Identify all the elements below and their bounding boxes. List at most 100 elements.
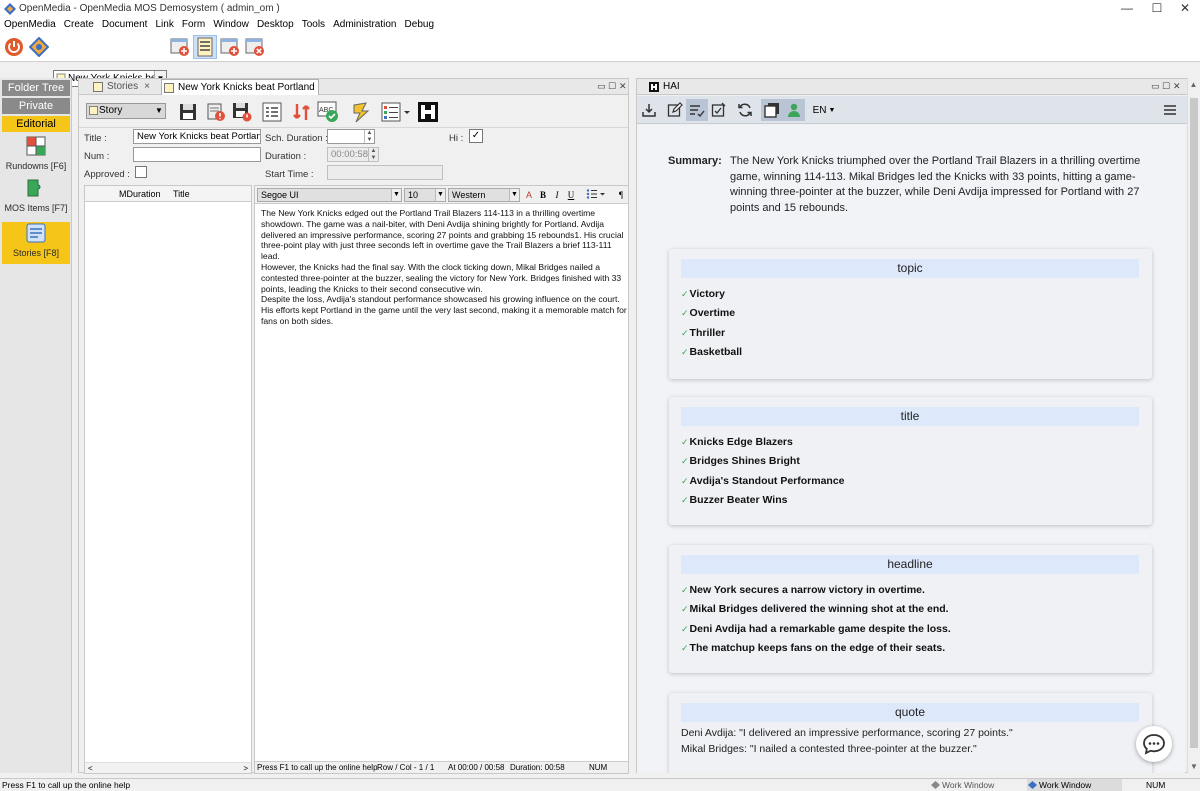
maximize-button[interactable]: ☐: [1142, 0, 1172, 18]
nav-mos-items[interactable]: MOS Items [F7]: [2, 178, 70, 218]
story-text-editor[interactable]: Segoe UI ▼ 10 ▼ Western ▼ A B I U ¶ The New…: [254, 185, 629, 774]
hai-button[interactable]: [415, 99, 441, 125]
title-item[interactable]: ✓Knicks Edge Blazers: [681, 433, 1141, 452]
quote-line[interactable]: Deni Avdija: "I delivered an impressive …: [681, 726, 1141, 742]
color-button[interactable]: [379, 99, 413, 125]
user-button[interactable]: [783, 99, 805, 121]
approved-label: Approved :: [84, 169, 130, 180]
nav-stories[interactable]: Stories [F8]: [2, 222, 70, 264]
pane-restore-icon[interactable]: ▭: [597, 81, 606, 92]
close-window-button[interactable]: ✕: [1170, 0, 1200, 18]
layout-button[interactable]: [193, 35, 217, 59]
properties-button[interactable]: [259, 99, 285, 125]
hi-checkbox[interactable]: ✓: [469, 129, 483, 143]
topic-item[interactable]: ✓Overtime: [681, 304, 1141, 323]
language-select[interactable]: EN ▼: [809, 99, 839, 121]
navigator-button[interactable]: [27, 35, 51, 59]
save-alert-button[interactable]: [229, 99, 255, 125]
download-button[interactable]: [638, 99, 660, 121]
work-window-tab[interactable]: Work Window: [930, 779, 1024, 791]
nav-rundowns[interactable]: Rundowns [F6]: [2, 136, 70, 174]
scroll-right-icon[interactable]: >: [243, 763, 248, 774]
bullet-list-button[interactable]: [585, 188, 607, 202]
tab-story[interactable]: New York Knicks beat Portland T...×: [161, 79, 319, 109]
summarize-button[interactable]: [686, 99, 708, 121]
menu-create[interactable]: Create: [64, 18, 94, 32]
tab-hai[interactable]: HAI: [647, 79, 691, 95]
title-field[interactable]: New York Knicks beat Portland Tr: [133, 129, 261, 144]
add-item-button[interactable]: [218, 35, 242, 59]
close-item-button[interactable]: [243, 35, 267, 59]
sch-duration-field[interactable]: ▲ ▼: [327, 129, 375, 144]
headline-item[interactable]: ✓Mikal Bridges delivered the winning sho…: [681, 600, 1141, 619]
quote-line[interactable]: Mikal Bridges: "I nailed a contested thr…: [681, 742, 1141, 758]
swap-button[interactable]: [289, 99, 315, 125]
font-size-select[interactable]: 10 ▼: [404, 188, 446, 202]
pane-maximize-icon[interactable]: ☐: [608, 81, 616, 92]
tab-stories[interactable]: Stories ×: [91, 79, 161, 95]
headline-item[interactable]: ✓Deni Avdija had a remarkable game despi…: [681, 620, 1141, 639]
minimize-button[interactable]: —: [1112, 0, 1142, 18]
pane-maximize-icon[interactable]: ☐: [1162, 81, 1170, 92]
story-lock-button[interactable]: [203, 99, 229, 125]
check-icon: ✓: [681, 327, 689, 338]
approved-checkbox[interactable]: [135, 166, 147, 178]
document-type-select[interactable]: Story ▼: [86, 103, 166, 119]
flash-button[interactable]: [349, 99, 375, 125]
menu-desktop[interactable]: Desktop: [257, 18, 294, 32]
column-mduration[interactable]: MDuration: [119, 186, 161, 202]
menu-link[interactable]: Link: [155, 18, 173, 32]
scrollbar-thumb[interactable]: [1190, 98, 1198, 748]
nav-stories-label: Stories [F8]: [12, 248, 59, 258]
work-window-tab[interactable]: Work Window: [1027, 779, 1122, 791]
topic-item[interactable]: ✓Victory: [681, 285, 1141, 304]
underline-button[interactable]: U: [565, 188, 577, 202]
title-item[interactable]: ✓Bridges Shines Bright: [681, 452, 1141, 471]
scroll-left-icon[interactable]: <: [88, 763, 93, 774]
nav-editorial[interactable]: Editorial: [2, 116, 70, 132]
pane-close-icon[interactable]: ✕: [1173, 81, 1181, 92]
bold-button[interactable]: B: [537, 188, 549, 202]
italic-button[interactable]: I: [551, 188, 563, 202]
menu-document[interactable]: Document: [102, 18, 148, 32]
menu-debug[interactable]: Debug: [405, 18, 434, 32]
chat-button[interactable]: [1136, 726, 1172, 762]
title-item[interactable]: ✓Avdija's Standout Performance: [681, 472, 1141, 491]
spellcheck-button[interactable]: ABC: [315, 99, 341, 125]
headline-item[interactable]: ✓The matchup keeps fans on the edge of t…: [681, 639, 1141, 658]
num-field[interactable]: [133, 147, 261, 162]
font-family-select[interactable]: Segoe UI ▼: [257, 188, 402, 202]
menu-window[interactable]: Window: [213, 18, 249, 32]
nav-private-layout[interactable]: Private Layou...: [2, 98, 70, 128]
grid-horizontal-scrollbar[interactable]: < >: [85, 762, 251, 773]
story-body-text[interactable]: The New York Knicks edged out the Portla…: [261, 208, 627, 327]
pane-close-icon[interactable]: ✕: [619, 81, 627, 92]
power-button[interactable]: [2, 35, 26, 59]
save-button[interactable]: [175, 99, 201, 125]
menu-administration[interactable]: Administration: [333, 18, 396, 32]
edit-button[interactable]: [664, 99, 686, 121]
column-title[interactable]: Title: [173, 186, 190, 202]
spin-arrows-icon[interactable]: ▲ ▼: [364, 130, 374, 143]
copy-button[interactable]: [761, 99, 783, 121]
menu-tools[interactable]: Tools: [302, 18, 325, 32]
pane-restore-icon[interactable]: ▭: [1151, 81, 1160, 92]
headline-item[interactable]: ✓New York secures a narrow victory in ov…: [681, 581, 1141, 600]
new-window-button[interactable]: [168, 35, 192, 59]
hamburger-menu-button[interactable]: [1159, 99, 1181, 121]
scroll-down-icon[interactable]: ▼: [1188, 762, 1200, 771]
vertical-scrollbar[interactable]: ▲ ▼: [1187, 78, 1199, 773]
close-tab-icon[interactable]: ×: [144, 81, 150, 92]
charset-select[interactable]: Western ▼: [448, 188, 520, 202]
refresh-button[interactable]: [734, 99, 756, 121]
topic-item[interactable]: ✓Thriller: [681, 324, 1141, 343]
topic-item[interactable]: ✓Basketball: [681, 343, 1141, 362]
paragraph-marks-button[interactable]: ¶: [615, 188, 627, 202]
menu-form[interactable]: Form: [182, 18, 205, 32]
menu-openmedia[interactable]: OpenMedia: [4, 18, 56, 32]
review-button[interactable]: [708, 99, 730, 121]
nav-folder-tree[interactable]: Folder Tree: [2, 80, 70, 96]
scroll-up-icon[interactable]: ▲: [1188, 80, 1199, 89]
title-item[interactable]: ✓Buzzer Beater Wins: [681, 491, 1141, 510]
text-color-button[interactable]: A: [523, 188, 535, 202]
